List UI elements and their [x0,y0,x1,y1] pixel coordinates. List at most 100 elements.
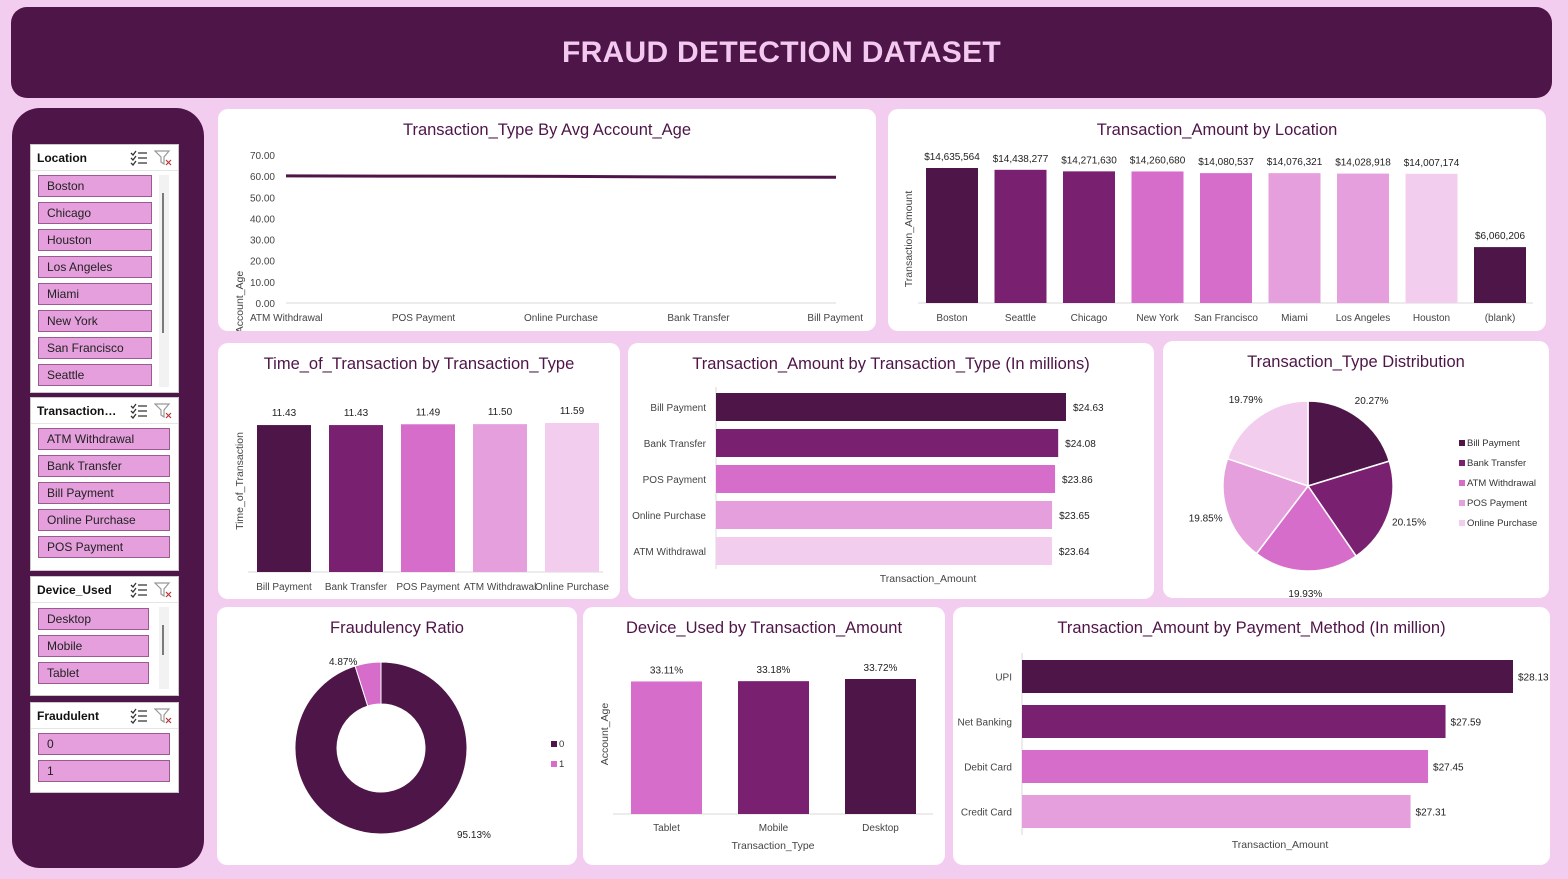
data-label: 11.49 [416,407,441,418]
slicer-item[interactable]: Miami [38,283,152,305]
y-tick-label: Debit Card [964,763,1012,774]
payment-bar-chart: $28.13 UPI $27.59 Net Banking $27.45 Debit Ca… [958,653,1549,851]
multi-select-icon[interactable] [130,403,148,419]
slicer-item[interactable]: Desktop [38,608,149,630]
data-label: 33.72% [864,663,898,674]
x-tick-label: ATM Withdrawal [464,582,537,593]
bar [1405,173,1458,303]
clear-filter-icon[interactable] [154,582,172,598]
bar [473,424,527,572]
slicer-item[interactable]: Los Angeles [38,256,152,278]
bar [1022,795,1411,828]
x-tick-label: Miami [1281,313,1308,324]
bar [257,425,311,572]
slicer-item[interactable]: 0 [38,733,170,755]
bar [994,169,1047,303]
x-tick-label: Bank Transfer [667,313,730,324]
transaction-type-pie-chart: 20.27% 20.15% 19.93% 19.85% 19.79% Bill Payme… [1189,395,1538,598]
multi-select-icon[interactable] [130,708,148,724]
bar [1022,750,1429,783]
data-label: 19.79% [1229,395,1263,406]
data-label: 11.59 [560,406,585,417]
slicer-item[interactable]: ATM Withdrawal [38,428,170,450]
bar [631,681,702,814]
slicer-item[interactable]: Bill Payment [38,482,170,504]
bar [1337,173,1389,303]
location-slicer: Location Boston Chicago Houston Los Angeles… [30,144,179,393]
scrollbar-thumb[interactable] [162,193,164,333]
pie-chart-card: Transaction_Type Distribution 20.27% 20.1… [1163,341,1549,598]
data-label: $23.65 [1059,511,1090,522]
y-tick-label: 60.00 [250,172,275,183]
data-label: 19.85% [1189,513,1223,524]
y-tick-label: 70.00 [250,151,275,162]
slicer-item[interactable]: Tablet [38,662,149,684]
slicer-header: Location [31,145,178,171]
slicer-item[interactable]: New York [38,310,152,332]
bar [716,429,1059,457]
transaction-type-slicer: Transaction_T... ATM Withdrawal Bank Tran… [30,397,179,571]
data-label: $14,438,277 [993,154,1049,165]
y-axis-label: Time_of_Transaction [234,432,246,530]
legend-label: Bill Payment [1467,438,1520,449]
x-tick-label: Desktop [862,823,899,834]
payment-chart-card: Transaction_Amount by Payment_Method (In… [953,607,1550,865]
scrollbar-thumb[interactable] [162,625,164,655]
x-tick-label: Seattle [1005,313,1037,324]
y-tick-label: Bank Transfer [644,439,707,450]
amount-type-chart-card: Transaction_Amount by Transaction_Type (… [628,343,1154,599]
x-tick-label: Houston [1413,313,1450,324]
legend-swatch [1459,440,1465,446]
bar [716,465,1056,493]
bar [716,537,1052,565]
slicer-title: Transaction_T... [37,404,121,418]
x-tick-label: Online Purchase [524,313,598,324]
slicer-header: Transaction_T... [31,398,178,424]
slicer-item[interactable]: Seattle [38,364,152,386]
fraudulent-slicer: Fraudulent 0 1 [30,702,179,793]
location-chart-card: Transaction_Amount by Location Transacti… [888,109,1546,331]
clear-filter-icon[interactable] [154,403,172,419]
bar [329,425,383,572]
data-label: $6,060,206 [1475,231,1525,242]
legend-swatch [1459,480,1465,486]
y-tick-label: ATM Withdrawal [633,547,706,558]
y-tick-label: Net Banking [958,718,1012,729]
slicer-item[interactable]: 1 [38,760,170,782]
multi-select-icon[interactable] [130,582,148,598]
x-tick-label: Chicago [1071,313,1108,324]
bar [845,679,916,814]
slicer-item[interactable]: Boston [38,175,152,197]
slicer-item[interactable]: Mobile [38,635,149,657]
slicer-header: Fraudulent [31,703,178,729]
data-label: $14,028,918 [1335,158,1391,169]
multi-select-icon[interactable] [130,150,148,166]
time-bar-chart: Time_of_Transaction 11.43 Bill Payment 11.4… [234,406,609,593]
x-tick-label: Los Angeles [1336,313,1391,324]
slicer-item[interactable]: Chicago [38,202,152,224]
y-tick-label: 10.00 [250,278,275,289]
x-tick-label: San Francisco [1194,313,1258,324]
slicer-item[interactable]: POS Payment [38,536,170,558]
bar [926,168,978,303]
slicer-item[interactable]: San Francisco [38,337,152,359]
clear-filter-icon[interactable] [154,708,172,724]
slicer-item[interactable]: Online Purchase [38,509,170,531]
clear-filter-icon[interactable] [154,150,172,166]
y-tick-label: POS Payment [643,475,707,486]
data-label: 11.50 [488,407,513,418]
data-label: $14,260,680 [1130,155,1186,166]
x-axis-label: Transaction_Amount [880,573,977,585]
data-label: $14,271,630 [1061,155,1117,166]
data-label: $14,007,174 [1404,158,1460,169]
legend-swatch [1459,500,1465,506]
slicer-scrollbar[interactable] [159,175,169,387]
slicer-item[interactable]: Houston [38,229,152,251]
bar [1131,171,1184,303]
x-axis-label: Transaction_Type [731,840,814,852]
slicer-item[interactable]: Bank Transfer [38,455,170,477]
bar [545,423,599,572]
slicer-scrollbar[interactable] [159,607,169,689]
y-tick-label: Bill Payment [650,403,706,414]
y-tick-label: Credit Card [961,808,1012,819]
